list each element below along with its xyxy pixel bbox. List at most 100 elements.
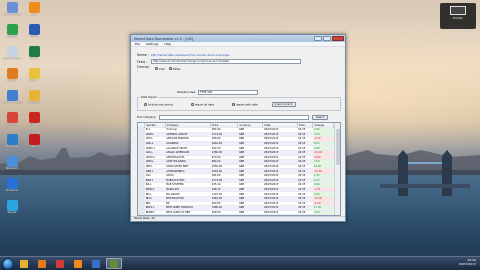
system-tray[interactable]: 16:40 26/07/2013 (459, 258, 476, 266)
taskbar-items (14, 258, 122, 269)
market-label: Market Index: (177, 90, 197, 94)
desktop-icon-label: Network (5, 167, 19, 170)
format-radio-csv[interactable] (155, 67, 158, 70)
desktop-icon[interactable]: Control Panel (1, 90, 23, 104)
desktop-icon[interactable]: Excel (23, 46, 45, 60)
data-table: Symbol Company Price Currency Date Time Change… (138, 123, 334, 215)
desktop-icon[interactable]: Spotify (1, 24, 23, 38)
desktop-icon[interactable]: Firefox (1, 68, 23, 82)
app-icon (6, 178, 18, 189)
desktop-icon[interactable]: Backup (1, 134, 23, 148)
table-cell: BLND.L (144, 210, 166, 215)
desktop-icon[interactable]: Acrobat (23, 112, 45, 126)
taskbar-item-downloader[interactable] (106, 258, 122, 269)
desktop-icon-label: Firefox (7, 79, 17, 82)
search-button[interactable]: Search (312, 114, 329, 120)
format-other-label: Other (172, 66, 181, 71)
desktop-icon-label: Notes (29, 79, 39, 82)
app-icon (28, 112, 40, 123)
taskbar-item-firefox[interactable] (34, 258, 50, 269)
desktop-icon-label: Explorer (27, 101, 41, 104)
radio-all[interactable] (190, 102, 194, 106)
menu-file[interactable]: File (135, 42, 140, 46)
gadget-label: Printer (453, 16, 463, 20)
format-radio-other[interactable] (168, 67, 172, 70)
app-icon (28, 90, 40, 101)
desktop-icon[interactable]: Explorer (23, 90, 45, 104)
desktop-icon[interactable]: Everything (1, 2, 23, 16)
maximize-button[interactable] (323, 36, 331, 41)
table-body: III.L 3i Group 384.90 GBP 26/07/2013 16:35 1.8… (138, 127, 334, 215)
import-options: Include only stocks Import all data Impo… (140, 102, 296, 107)
desktop-icon[interactable]: Opera (23, 134, 45, 148)
desktop-icon-label: VLC (31, 13, 37, 16)
desktop-icon-label: Acrobat (28, 123, 40, 126)
app-icon (6, 200, 18, 211)
app-icon (28, 24, 40, 35)
name-link[interactable]: LSE market data download from london sto… (151, 53, 229, 57)
find-label: Find Company: (137, 115, 157, 119)
app-icon (28, 134, 40, 145)
printer-icon (450, 6, 466, 15)
desktop-icon[interactable]: Skype (1, 200, 23, 214)
menu-settings[interactable]: Settings (146, 42, 158, 46)
format-label: Format : (137, 64, 149, 73)
app-icon (28, 2, 40, 13)
media-icon (56, 259, 64, 268)
window-titlebar[interactable]: Market Data Downloader v1.0 - [LSE] (131, 35, 345, 42)
taskbar-item-app[interactable] (88, 258, 104, 269)
taskbar-item-media[interactable] (52, 258, 68, 269)
desktop-icon-label: Dropbox (5, 189, 19, 192)
desktop-icon[interactable]: Recycle Bin (1, 46, 23, 60)
desktop-icon[interactable]: Dropbox (1, 178, 23, 192)
find-input[interactable] (159, 114, 310, 120)
taskbar: 16:40 26/07/2013 (0, 256, 480, 270)
table-cell: GBP (237, 210, 263, 215)
app-window: Market Data Downloader v1.0 - [LSE] File… (130, 34, 346, 222)
table-cell: 26/07/2013 (262, 210, 298, 215)
desktop-icon-label: Everything (3, 13, 21, 16)
table-cell: 16:35 (297, 210, 313, 215)
format-row: Format : CSV Other (137, 64, 341, 73)
vlc-icon (74, 259, 82, 268)
market-field[interactable]: FTSE 100 (198, 89, 259, 95)
radio-stocks-label: Include only stocks (148, 103, 173, 107)
desktop-icon[interactable]: Chrome (1, 112, 23, 126)
app-icon (6, 156, 18, 167)
app-icon (28, 46, 40, 57)
radio-date[interactable] (231, 102, 235, 106)
table-row[interactable]: BLND.L BRIT LAND CO REIT 599.50 GBP 26/07/20… (138, 210, 334, 215)
radio-stocks[interactable] (144, 102, 147, 106)
minimize-button[interactable] (314, 36, 322, 41)
grid-scrollbar[interactable] (334, 123, 340, 215)
data-grid[interactable]: Symbol Company Price Currency Date Time Change… (137, 122, 341, 216)
feed-field[interactable]: http://www.londonstockexchange.com/price… (151, 59, 301, 64)
radio-all-label: Import all data (194, 103, 214, 107)
app-icon (6, 112, 18, 123)
desktop-icon[interactable]: Network (1, 156, 23, 170)
desktop-icon-label: Excel (30, 57, 38, 60)
app-icon (6, 2, 18, 13)
downloader-icon (110, 259, 118, 268)
table-cell: BRIT LAND CO REIT (165, 210, 211, 215)
format-csv-label: CSV (159, 66, 165, 71)
printer-gadget[interactable]: Printer (440, 3, 476, 29)
close-button[interactable] (332, 36, 344, 41)
table-cell: 599.50 (210, 210, 238, 215)
radio-date-label: Import with date (235, 103, 258, 107)
taskbar-item-vlc[interactable] (70, 258, 86, 269)
desktop-icon-label: Backup (6, 145, 18, 148)
tower-bridge-illustration (380, 150, 470, 196)
clock-date: 26/07/2013 (458, 262, 476, 266)
name-label: Name : (137, 52, 150, 57)
desktop-icon[interactable]: VLC (23, 2, 45, 16)
desktop-icon[interactable]: Word (23, 24, 45, 38)
desktop-icon[interactable]: Notes (23, 68, 45, 82)
grid-scroll-thumb[interactable] (336, 129, 340, 165)
start-button[interactable] (2, 257, 14, 270)
import-button[interactable]: Import to Grid (271, 102, 296, 107)
market-row: Market Index: FTSE 100 (137, 89, 341, 95)
taskbar-item-explorer[interactable] (16, 258, 32, 269)
table-cell: 3.00 (312, 210, 334, 215)
menu-help[interactable]: Help (164, 42, 171, 46)
